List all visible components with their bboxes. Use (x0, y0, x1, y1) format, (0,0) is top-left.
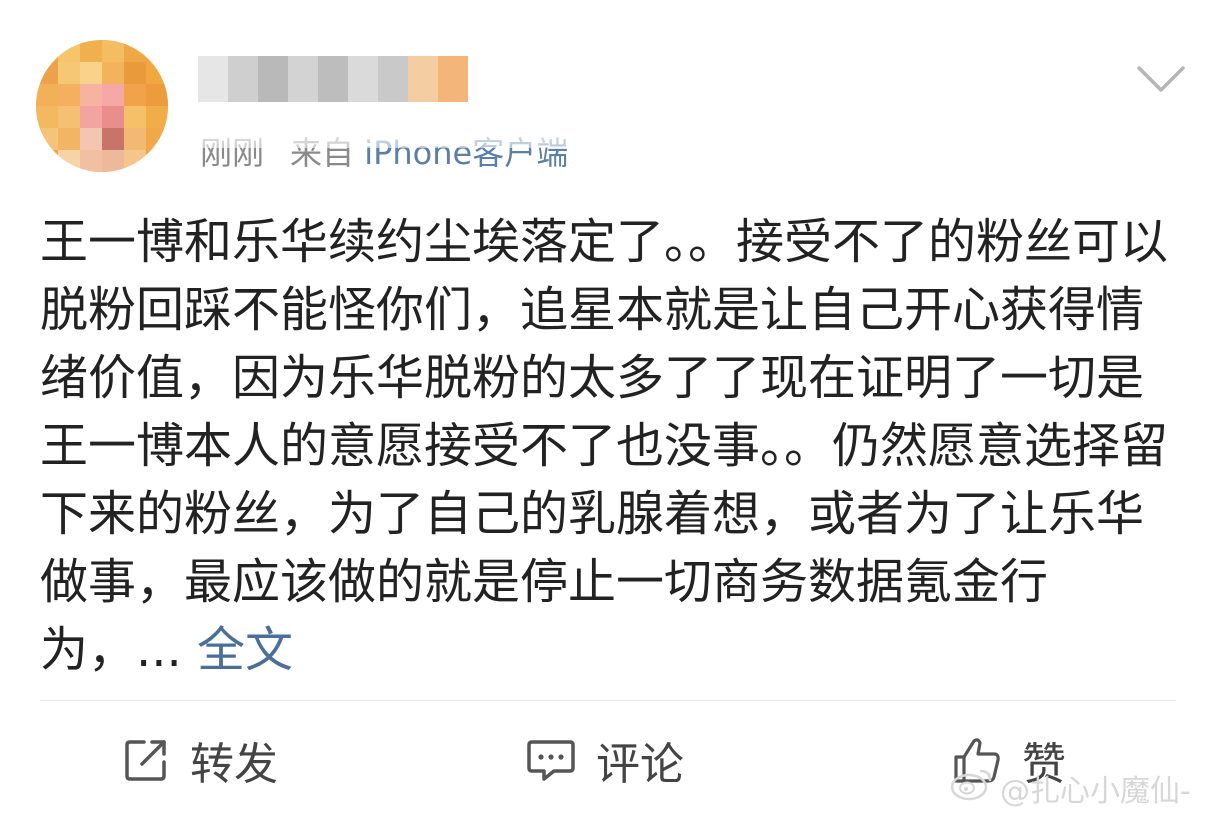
comment-icon (526, 736, 576, 784)
repost-label: 转发 (190, 739, 278, 790)
comment-button[interactable]: 评论 (526, 728, 684, 792)
username[interactable] (198, 56, 468, 102)
repost-button[interactable]: 转发 (122, 728, 278, 792)
watermark-text: @扎心小魔仙- (1000, 774, 1191, 809)
repost-icon (122, 736, 170, 784)
chevron-down-icon[interactable] (1136, 64, 1186, 96)
weibo-logo-icon (950, 767, 994, 809)
read-more-link[interactable]: 全文 (197, 622, 293, 678)
divider (40, 700, 1176, 701)
meta-blur-overlay (196, 120, 656, 148)
watermark: @扎心小魔仙- (950, 766, 1191, 810)
post-body[interactable]: 王一博和乐华续约尘埃落定了。。接受不了的粉丝可以脱粉回踩不能怪你们，追星本就是让… (40, 208, 1180, 684)
weibo-post-card: 刚刚 来自 iPhone客户端 王一博和乐华续约尘埃落定了。。接受不了的粉丝可以… (0, 0, 1216, 814)
avatar[interactable] (36, 40, 168, 172)
comment-label: 评论 (596, 739, 684, 790)
post-text: 王一博和乐华续约尘埃落定了。。接受不了的粉丝可以脱粉回踩不能怪你们，追星本就是让… (40, 214, 1169, 678)
